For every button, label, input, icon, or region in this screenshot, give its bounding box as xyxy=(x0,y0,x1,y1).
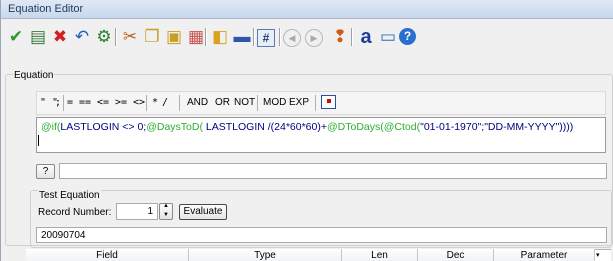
column-header-field[interactable]: Field xyxy=(26,249,189,261)
record-number-input[interactable]: 1 xyxy=(116,203,158,220)
window-title: Equation Editor xyxy=(8,3,84,15)
grid-scroll-arrow-icon[interactable]: ▾ xyxy=(596,251,600,259)
operator-button[interactable]: OR xyxy=(215,97,230,108)
operator-button[interactable]: NOT xyxy=(234,97,255,108)
text-cursor xyxy=(38,135,39,146)
ok-check-icon[interactable]: ✔ xyxy=(5,26,27,48)
back-icon[interactable]: ◀ xyxy=(283,29,301,47)
operator-button[interactable]: <= xyxy=(97,97,109,108)
operator-separator xyxy=(63,95,64,111)
record-number-value: 1 xyxy=(147,206,153,217)
toolbar-separator xyxy=(279,28,281,46)
equation-token: LASTLOGIN <> 0; xyxy=(60,121,147,133)
equation-token: @DToDays( xyxy=(327,121,384,133)
equation-token: @DaysToD( xyxy=(146,121,203,133)
help-icon[interactable]: ? xyxy=(399,28,416,45)
equation-input[interactable]: @if(LASTLOGIN <> 0;@DaysToD( LASTLOGIN /… xyxy=(36,117,606,153)
operator-button[interactable]: EXP xyxy=(289,97,309,108)
evaluate-button[interactable]: Evaluate xyxy=(179,204,227,220)
main-toolbar: ✔ ▤ ✖ ↶ ⚙ ✂ ❐ ▣ ▦ ◧ ▬ # ◀ ▶ ❢ a ▭? xyxy=(5,20,605,54)
insert-field-dot xyxy=(327,99,331,103)
column-header-dec-label: Dec xyxy=(446,250,465,261)
operator-button[interactable]: / xyxy=(162,97,168,108)
insert-field-icon[interactable] xyxy=(321,95,336,109)
equation-editor-window: Equation Editor ✔ ▤ ✖ ↶ ⚙ ✂ ❐ ▣ ▦ ◧ ▬ # ◀ ▶ ❢ a ▭? Equat… xyxy=(0,0,613,261)
cut-icon[interactable]: ✂ xyxy=(119,26,141,48)
column-header-parameter[interactable]: Parameter xyxy=(494,249,595,261)
operator-button[interactable]: * xyxy=(152,97,158,108)
save-icon[interactable]: ▬ xyxy=(231,26,253,48)
record-number-label: Record Number: xyxy=(38,207,112,218)
operator-button[interactable]: ; xyxy=(55,97,61,108)
toolbar-separator xyxy=(253,28,255,46)
equation-token: @Ctod( xyxy=(383,121,421,133)
operator-button[interactable]: AND xyxy=(187,97,208,108)
folder-open-icon[interactable]: ◧ xyxy=(209,26,231,48)
equation-text: @if(LASTLOGIN <> 0;@DaysToD( LASTLOGIN /… xyxy=(41,121,573,133)
operator-button[interactable]: = xyxy=(67,97,73,108)
equation-token: @if( xyxy=(41,121,61,133)
column-header-type[interactable]: Type xyxy=(189,249,342,261)
stepper-down-icon[interactable]: ▼ xyxy=(163,212,169,218)
operator-button[interactable]: == xyxy=(79,97,91,108)
toolbar-separator xyxy=(205,28,207,46)
font-icon[interactable]: a xyxy=(355,26,377,48)
cancel-x-icon[interactable]: ✖ xyxy=(49,26,71,48)
result-field: 20090704 xyxy=(36,227,607,243)
operator-separator xyxy=(179,95,180,111)
bulb-icon[interactable]: ❢ xyxy=(329,26,351,48)
toolbar-separator xyxy=(351,28,353,46)
undo-icon[interactable]: ↶ xyxy=(71,26,93,48)
equation-token: "01-01-1970";"DD-MM-YYYY")))) xyxy=(420,121,574,133)
tools-icon[interactable]: ⚙ xyxy=(93,26,115,48)
column-header-type-label: Type xyxy=(254,250,276,261)
test-equation-label: Test Equation xyxy=(38,190,101,201)
open-doc-icon[interactable]: ▤ xyxy=(27,26,49,48)
column-header-field-label: Field xyxy=(96,250,118,261)
copy-icon[interactable]: ❐ xyxy=(141,26,163,48)
operator-separator xyxy=(315,95,316,111)
hash-icon[interactable]: # xyxy=(257,29,275,47)
column-header-parameter-label: Parameter xyxy=(520,250,568,261)
window-icon[interactable]: ▭ xyxy=(377,26,399,48)
operator-separator xyxy=(146,95,147,111)
equation-group-label: Equation xyxy=(13,70,55,81)
record-stepper[interactable]: ▲ ▼ xyxy=(159,203,173,220)
operator-button[interactable]: MOD xyxy=(263,97,286,108)
stepper-up-icon[interactable]: ▲ xyxy=(163,203,169,209)
column-header-len[interactable]: Len xyxy=(342,249,418,261)
operator-button[interactable]: >= xyxy=(115,97,127,108)
help-button[interactable]: ? xyxy=(36,164,55,179)
toolbar-separator xyxy=(115,28,117,46)
operator-separator xyxy=(257,95,258,111)
paste-icon[interactable]: ▣ xyxy=(163,26,185,48)
description-field[interactable] xyxy=(59,163,607,179)
paste-special-icon[interactable]: ▦ xyxy=(185,26,207,48)
title-bar: Equation Editor xyxy=(1,0,613,19)
column-header-dec[interactable]: Dec xyxy=(418,249,494,261)
forward-icon[interactable]: ▶ xyxy=(305,29,323,47)
column-header-len-label: Len xyxy=(371,250,388,261)
operator-bar: " "; = == <= >= <> * / AND OR NOT MOD EXP xyxy=(36,91,606,115)
result-value: 20090704 xyxy=(41,230,86,241)
equation-token: LASTLOGIN /(24*60*60)+ xyxy=(202,121,327,133)
operator-button[interactable]: <> xyxy=(133,97,145,108)
